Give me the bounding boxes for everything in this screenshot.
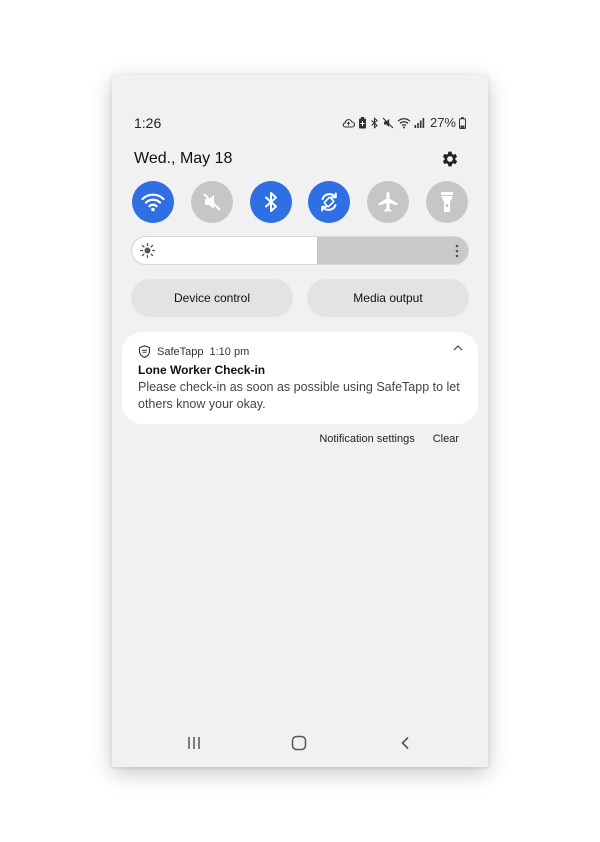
notification-actions: Notification settings Clear xyxy=(319,433,459,445)
date-label: Wed., May 18 xyxy=(134,150,233,167)
flashlight-toggle[interactable] xyxy=(425,181,468,223)
home-icon xyxy=(291,735,307,751)
notification-settings-button[interactable]: Notification settings xyxy=(319,433,414,445)
back-icon xyxy=(401,736,409,750)
notification-body: Please check-in as soon as possible usin… xyxy=(138,380,460,411)
recents-button[interactable] xyxy=(182,733,206,753)
control-buttons-row: Device control Media output xyxy=(131,279,469,317)
bluetooth-icon xyxy=(264,192,277,212)
airplane-mode-toggle[interactable] xyxy=(367,181,410,223)
gear-icon[interactable] xyxy=(440,149,460,169)
auto-rotate-toggle[interactable] xyxy=(308,181,351,223)
wifi-toggle[interactable] xyxy=(132,181,174,223)
device-control-button[interactable]: Device control xyxy=(131,279,293,317)
media-output-button[interactable]: Media output xyxy=(307,279,469,317)
battery-icon xyxy=(459,116,466,129)
notification-header: SafeTapp 1:10 pm xyxy=(138,345,249,358)
sun-icon xyxy=(140,243,155,258)
notification-app-name: SafeTapp xyxy=(157,345,204,358)
wifi-icon xyxy=(397,117,411,128)
notification-time: 1:10 pm xyxy=(209,345,250,358)
mute-icon xyxy=(382,117,394,128)
battery-saver-icon xyxy=(358,116,366,128)
navigation-bar xyxy=(112,719,488,767)
brightness-slider[interactable] xyxy=(131,236,469,265)
mute-icon xyxy=(203,193,221,211)
flashlight-icon xyxy=(440,192,453,212)
status-bar: 1:26 27% xyxy=(112,115,488,135)
clear-button[interactable]: Clear xyxy=(433,433,459,445)
sound-toggle[interactable] xyxy=(190,181,233,223)
home-button[interactable] xyxy=(287,733,311,753)
status-icons: 27% xyxy=(342,115,466,130)
battery-percent: 27% xyxy=(429,115,456,130)
quick-settings-row xyxy=(132,181,468,223)
more-options-icon[interactable] xyxy=(455,244,459,258)
auto-rotate-icon xyxy=(321,192,338,212)
bluetooth-icon xyxy=(371,116,378,129)
safetapp-shield-icon xyxy=(138,345,151,358)
notification-title: Lone Worker Check-in xyxy=(138,363,266,377)
cloud-upload-icon xyxy=(342,118,355,128)
notification-panel: 1:26 27% Wed., May 18 Device control Med… xyxy=(112,75,488,767)
recents-icon xyxy=(188,737,200,749)
chevron-up-icon[interactable] xyxy=(452,344,464,352)
bluetooth-toggle[interactable] xyxy=(249,181,292,223)
notification-card[interactable]: SafeTapp 1:10 pm Lone Worker Check-in Pl… xyxy=(122,332,478,424)
airplane-icon xyxy=(378,192,398,212)
signal-icon xyxy=(414,117,425,128)
wifi-icon xyxy=(141,193,165,212)
brightness-fill xyxy=(132,237,317,264)
back-button[interactable] xyxy=(393,733,417,753)
status-clock: 1:26 xyxy=(134,115,162,131)
